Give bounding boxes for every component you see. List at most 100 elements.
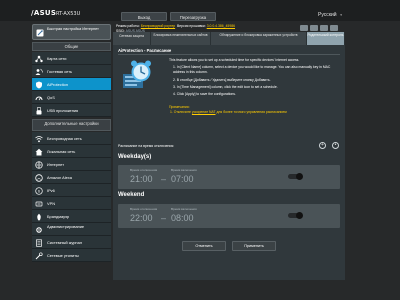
note-block: Примечания: 1. Отключите ускорение NAT д… bbox=[169, 105, 287, 115]
toggle-knob bbox=[296, 212, 303, 219]
add-schedule-icon[interactable]: + bbox=[319, 142, 326, 149]
tab-parental-control[interactable]: Родительский контроль bbox=[307, 32, 345, 45]
magic-wand-icon bbox=[36, 29, 44, 37]
chevron-down-icon: ▼ bbox=[339, 13, 343, 17]
weekend-start-label: Время отключения bbox=[130, 207, 158, 211]
sidebar-item-label: USB приложения bbox=[47, 108, 79, 113]
language-select[interactable]: Русский ▼ bbox=[318, 12, 343, 18]
cancel-button[interactable]: Отменить bbox=[182, 241, 226, 251]
sidebar-item-vpn[interactable]: VPN bbox=[32, 197, 111, 210]
sidebar-item-system-log[interactable]: Системный журнал bbox=[32, 236, 111, 249]
firmware-version-link[interactable]: 3.0.0.4.386_45986 bbox=[207, 24, 235, 28]
sidebar-item-administration[interactable]: Администрирование bbox=[32, 223, 111, 236]
wps-status-icon[interactable] bbox=[300, 25, 308, 31]
qos-gauge-icon bbox=[35, 96, 43, 100]
sidebar-item-aiprotection[interactable]: AiProtection bbox=[32, 78, 111, 91]
sidebar-item-label: Карта сети bbox=[47, 56, 67, 61]
weekday-title: Weekday(s) bbox=[118, 154, 152, 160]
network-status-icon[interactable] bbox=[320, 25, 328, 31]
weekend-schedule-card[interactable]: Время отключения Время включения 22:00 –… bbox=[118, 204, 340, 228]
svg-text:6: 6 bbox=[38, 189, 40, 193]
tab-site-blocking[interactable]: Блокировка нежелательных сайтов bbox=[151, 32, 211, 45]
sidebar-item-lan[interactable]: Локальная сеть bbox=[32, 145, 111, 158]
tab-bar: Сетевая защита Блокировка нежелательных … bbox=[113, 32, 345, 45]
operation-mode-link[interactable]: Беспроводной роутер bbox=[141, 24, 175, 28]
logout-button[interactable]: Выход bbox=[121, 12, 167, 21]
reboot-button[interactable]: Перезагрузка bbox=[170, 12, 216, 21]
step-2: 2. В столбце [Добавить / Удалить] выбери… bbox=[173, 77, 271, 82]
admin-gear-icon bbox=[36, 226, 42, 233]
tools-icon bbox=[35, 251, 43, 259]
sidebar-item-qos[interactable]: QoS bbox=[32, 91, 111, 104]
section-advanced: Дополнительные настройки bbox=[32, 119, 111, 131]
language-value: Русский bbox=[318, 12, 337, 18]
sidebar-item-firewall[interactable]: Брандмауэр bbox=[32, 210, 111, 223]
tab-network-protection[interactable]: Сетевая защита bbox=[113, 32, 151, 45]
description: This feature allows you to set up a sche… bbox=[169, 58, 341, 97]
usb-status-icon[interactable] bbox=[310, 25, 318, 31]
sidebar-item-guest-network[interactable]: Гостевая сеть bbox=[32, 65, 111, 78]
alexa-icon bbox=[35, 173, 43, 182]
sidebar-item-label: Сетевые утилиты bbox=[47, 253, 79, 258]
guest-network-icon bbox=[35, 68, 43, 75]
note-suffix: для более точного управления расписанием bbox=[216, 110, 287, 114]
time-range-separator: – bbox=[161, 174, 167, 184]
sidebar-item-label: Администрирование bbox=[47, 224, 85, 229]
firewall-icon bbox=[37, 213, 41, 220]
time-range-separator: – bbox=[161, 213, 167, 223]
firmware-label: Версия прошивки: bbox=[176, 24, 206, 28]
sidebar-item-label: Беспроводная сеть bbox=[47, 136, 82, 141]
intro-text: This feature allows you to set up a sche… bbox=[169, 58, 300, 62]
sidebar-item-label: VPN bbox=[47, 201, 55, 206]
step-4: 4. Click [Apply] to save the configurati… bbox=[173, 92, 236, 97]
weekday-start-label: Время отключения bbox=[130, 168, 158, 172]
weekend-title: Weekend bbox=[118, 192, 145, 198]
sidebar-item-label: Системный журнал bbox=[47, 240, 82, 245]
sidebar-item-label: IPv6 bbox=[47, 188, 55, 193]
sidebar-item-label: Гостевая сеть bbox=[47, 69, 73, 74]
weekday-schedule-card[interactable]: Время отключения Время включения 21:00 –… bbox=[118, 165, 340, 189]
sidebar-item-usb-apps[interactable]: USB приложения bbox=[32, 104, 111, 117]
section-general: Общие bbox=[32, 42, 111, 51]
toggle-knob bbox=[296, 173, 303, 180]
quick-setup-button[interactable]: Быстрая настройка Интернет bbox=[32, 24, 111, 40]
weekday-toggle[interactable] bbox=[288, 173, 303, 180]
network-map-icon bbox=[35, 55, 43, 62]
page-title: AiProtection - Расписание bbox=[118, 48, 172, 53]
sidebar-item-ipv6[interactable]: 6 IPv6 bbox=[32, 184, 111, 197]
sidebar-item-label: Брандмауэр bbox=[47, 214, 70, 219]
ipv6-icon: 6 bbox=[35, 186, 43, 195]
log-icon bbox=[36, 238, 42, 247]
sidebar-item-label: Amazon Alexa bbox=[47, 175, 72, 180]
weekend-end-label: Время включения bbox=[171, 207, 197, 211]
nat-acceleration-link[interactable]: ускорение NAT bbox=[192, 110, 216, 114]
sidebar-item-wan[interactable]: Интернет bbox=[32, 158, 111, 171]
sidebar-item-alexa[interactable]: Amazon Alexa bbox=[32, 171, 111, 184]
home-icon bbox=[35, 148, 43, 155]
asus-logo: /ASUS bbox=[31, 9, 57, 17]
router-model: RT-AX53U bbox=[56, 11, 81, 17]
sidebar-item-label: AiProtection bbox=[47, 82, 68, 87]
main-content: Сетевая защита Блокировка нежелательных … bbox=[113, 32, 345, 280]
sidebar-item-label: QoS bbox=[47, 95, 55, 100]
mode-label: Режим работы: bbox=[116, 24, 140, 28]
more-options-icon[interactable]: • bbox=[332, 142, 339, 149]
client-status-icon[interactable] bbox=[330, 25, 338, 31]
weekend-toggle[interactable] bbox=[288, 212, 303, 219]
quick-setup-label: Быстрая настройка Интернет bbox=[47, 27, 99, 31]
sidebar-item-wireless[interactable]: Беспроводная сеть bbox=[32, 132, 111, 145]
alarm-clock-icon bbox=[123, 60, 151, 88]
sidebar-item-network-map[interactable]: Карта сети bbox=[32, 52, 111, 65]
vpn-icon bbox=[35, 201, 43, 206]
weekday-start-time: 21:00 bbox=[130, 174, 153, 184]
top-bar: /ASUS RT-AX53U Выход Перезагрузка Русски… bbox=[0, 0, 400, 21]
sidebar-item-network-tools[interactable]: Сетевые утилиты bbox=[32, 249, 111, 262]
divider bbox=[118, 54, 340, 55]
sidebar-item-label: Локальная сеть bbox=[47, 149, 76, 154]
step-1: 1. In [Client Name] column, select a dev… bbox=[173, 65, 331, 75]
weekday-end-label: Время включения bbox=[171, 168, 197, 172]
tab-infected-device-blocking[interactable]: Обнаружение и блокировка зараженных устр… bbox=[211, 32, 307, 45]
apply-button[interactable]: Применить bbox=[232, 241, 276, 251]
schedule-header: Расписание на время отключения bbox=[118, 144, 174, 148]
globe-icon bbox=[35, 160, 43, 169]
